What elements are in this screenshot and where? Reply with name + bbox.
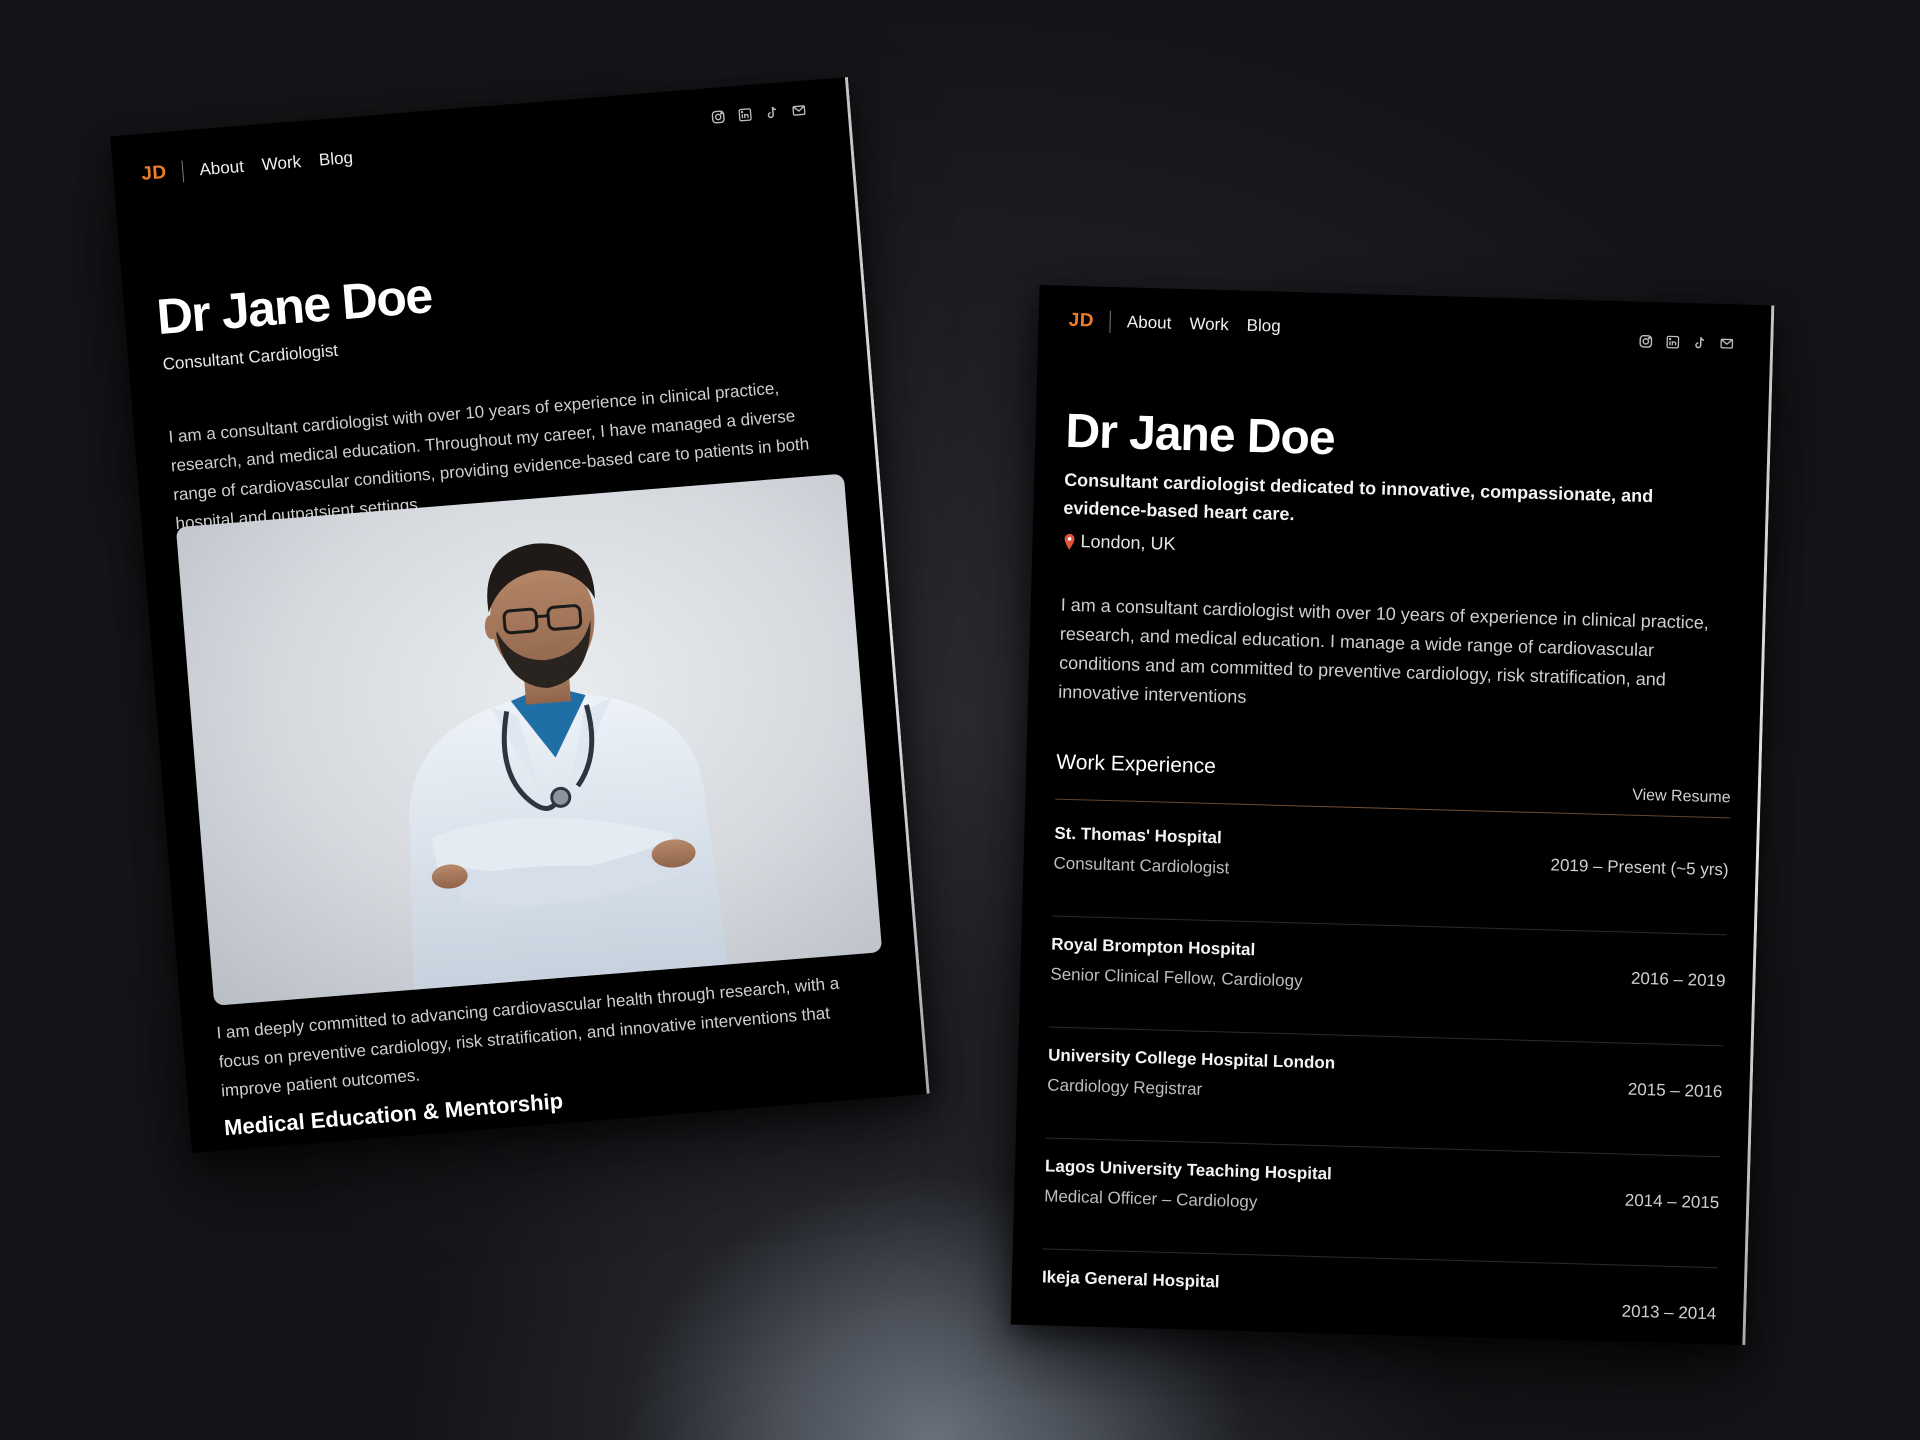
nav-link-blog[interactable]: Blog	[1246, 316, 1281, 337]
mail-icon[interactable]	[791, 102, 807, 118]
job-employer: St. Thomas' Hospital	[1054, 823, 1223, 848]
nav-link-about[interactable]: About	[1127, 312, 1172, 333]
location-pin-icon	[1064, 533, 1075, 550]
instagram-icon[interactable]	[1638, 334, 1653, 349]
job-item: University College Hospital London Cardi…	[1045, 1027, 1724, 1158]
right-page-mockup: JD About Work Blog Dr Jane Doe Consultan…	[1010, 284, 1775, 1346]
logo[interactable]: JD	[1068, 310, 1094, 333]
instagram-icon[interactable]	[710, 109, 726, 125]
job-item: St. Thomas' Hospital Consultant Cardiolo…	[1052, 805, 1730, 936]
page-tagline: Consultant cardiologist dedicated to inn…	[1063, 469, 1654, 525]
doctor-portrait-photo	[175, 473, 883, 1006]
job-role: Cardiology Registrar	[1047, 1075, 1203, 1099]
nav-link-about[interactable]: About	[199, 157, 245, 180]
intro-paragraph: I am a consultant cardiologist with over…	[1058, 594, 1710, 707]
tiktok-icon[interactable]	[764, 105, 780, 121]
job-role: Senior Clinical Fellow, Cardiology	[1050, 964, 1303, 991]
view-resume-link[interactable]: View Resume	[1632, 787, 1731, 808]
job-dates: 2013 – 2014	[1621, 1301, 1717, 1324]
top-nav: JD About Work Blog	[1068, 310, 1283, 338]
nav-link-blog[interactable]: Blog	[318, 148, 354, 171]
job-employer: University College Hospital London	[1047, 1045, 1336, 1073]
top-nav: JD About Work Blog	[141, 147, 356, 186]
social-links	[1638, 334, 1734, 352]
job-role: Medical Officer – Cardiology	[1043, 1186, 1258, 1212]
linkedin-icon[interactable]	[737, 107, 753, 123]
job-employer: Royal Brompton Hospital	[1050, 934, 1256, 960]
work-experience-list: St. Thomas' Hospital Consultant Cardiolo…	[1040, 805, 1730, 1345]
nav-divider	[1109, 310, 1112, 333]
location: London, UK	[1062, 531, 1176, 555]
linkedin-icon[interactable]	[1665, 334, 1680, 349]
nav-divider	[181, 160, 185, 183]
tiktok-icon[interactable]	[1692, 335, 1707, 350]
job-employer: Ikeja General Hospital	[1041, 1267, 1220, 1292]
job-dates: 2016 – 2019	[1630, 968, 1726, 991]
social-links	[710, 102, 807, 125]
location-text: London, UK	[1080, 531, 1176, 554]
nav-link-work[interactable]: Work	[261, 152, 302, 175]
job-dates: 2014 – 2015	[1624, 1190, 1720, 1213]
job-role: Consultant Cardiologist	[1053, 853, 1230, 878]
logo[interactable]: JD	[141, 162, 168, 186]
nav-link-work[interactable]: Work	[1189, 314, 1229, 335]
job-item: Royal Brompton Hospital Senior Clinical …	[1048, 916, 1727, 1047]
work-experience-heading: Work Experience	[1056, 750, 1217, 779]
left-page-mockup: JD About Work Blog Dr Jane Doe Consultan…	[110, 76, 930, 1154]
work-experience-header: Work Experience View Resume	[1056, 750, 1731, 807]
job-item: Lagos University Teaching Hospital Medic…	[1042, 1138, 1721, 1269]
mail-icon[interactable]	[1719, 336, 1734, 351]
job-dates: 2019 – Present (~5 yrs)	[1550, 855, 1729, 880]
job-employer: Lagos University Teaching Hospital	[1044, 1156, 1333, 1184]
job-dates: 2015 – 2016	[1627, 1079, 1723, 1102]
page-title: Dr Jane Doe	[1064, 404, 1336, 466]
page-subtitle: Consultant Cardiologist	[161, 340, 339, 374]
page-title: Dr Jane Doe	[154, 267, 434, 346]
